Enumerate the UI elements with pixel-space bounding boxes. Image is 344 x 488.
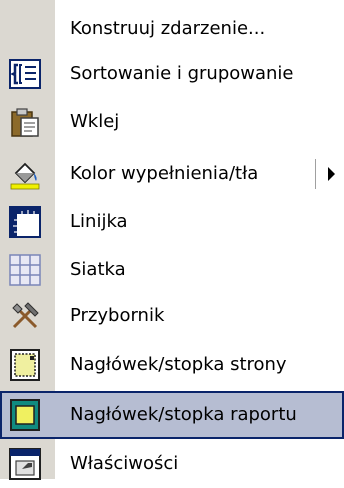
menu-item-paste[interactable]: Wklej [0, 98, 344, 146]
properties-icon [8, 447, 42, 481]
sorting-grouping-icon [8, 57, 42, 91]
submenu-arrow-icon [328, 167, 335, 181]
menu-item-ruler[interactable]: Linijka [0, 198, 344, 246]
menu-item-label: Konstruuj zdarzenie... [70, 18, 266, 39]
report-header-footer-icon [8, 398, 42, 432]
menu-item-grid[interactable]: Siatka [0, 246, 344, 294]
paste-icon [8, 105, 42, 139]
menu-item-fill-color[interactable]: Kolor wypełnienia/tła [0, 150, 344, 198]
menu-item-label: Linijka [70, 211, 128, 232]
submenu-separator [315, 159, 316, 189]
menu-item-label: Kolor wypełnienia/tła [70, 163, 259, 184]
menu-item-label: Wklej [70, 111, 120, 132]
menu-item-label: Sortowanie i grupowanie [70, 63, 294, 84]
menu-item-build-event[interactable]: Konstruuj zdarzenie... [0, 5, 344, 53]
menu-item-sorting-grouping[interactable]: Sortowanie i grupowanie [0, 50, 344, 98]
fill-color-icon [8, 157, 42, 191]
menu-item-report-header-footer[interactable]: Nagłówek/stopka raportu [0, 391, 344, 439]
menu-item-label: Siatka [70, 259, 126, 280]
menu-item-properties[interactable]: Właściwości [0, 440, 344, 488]
toolbox-icon [8, 299, 42, 333]
page-header-footer-icon [8, 348, 42, 382]
menu-item-label: Nagłówek/stopka raportu [70, 404, 297, 425]
menu-item-toolbox[interactable]: Przybornik [0, 292, 344, 340]
menu-item-label: Przybornik [70, 305, 165, 326]
context-menu: Konstruuj zdarzenie... Sortowanie i grup… [0, 0, 344, 480]
menu-item-label: Nagłówek/stopka strony [70, 354, 287, 375]
menu-item-label: Właściwości [70, 453, 179, 474]
menu-item-page-header-footer[interactable]: Nagłówek/stopka strony [0, 341, 344, 389]
grid-icon [8, 253, 42, 287]
ruler-icon [8, 205, 42, 239]
